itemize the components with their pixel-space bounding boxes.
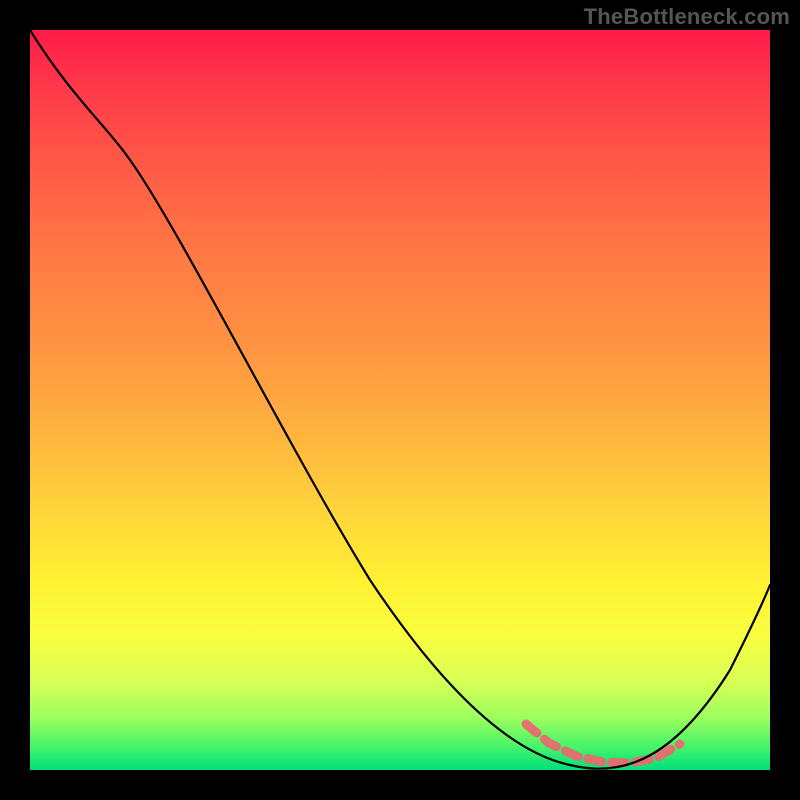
bottleneck-curve — [30, 30, 770, 769]
watermark-label: TheBottleneck.com — [584, 4, 790, 30]
plot-area — [30, 30, 770, 770]
optimal-range-highlight — [526, 724, 680, 763]
bottleneck-curve-svg — [30, 30, 770, 770]
chart-container: TheBottleneck.com — [0, 0, 800, 800]
